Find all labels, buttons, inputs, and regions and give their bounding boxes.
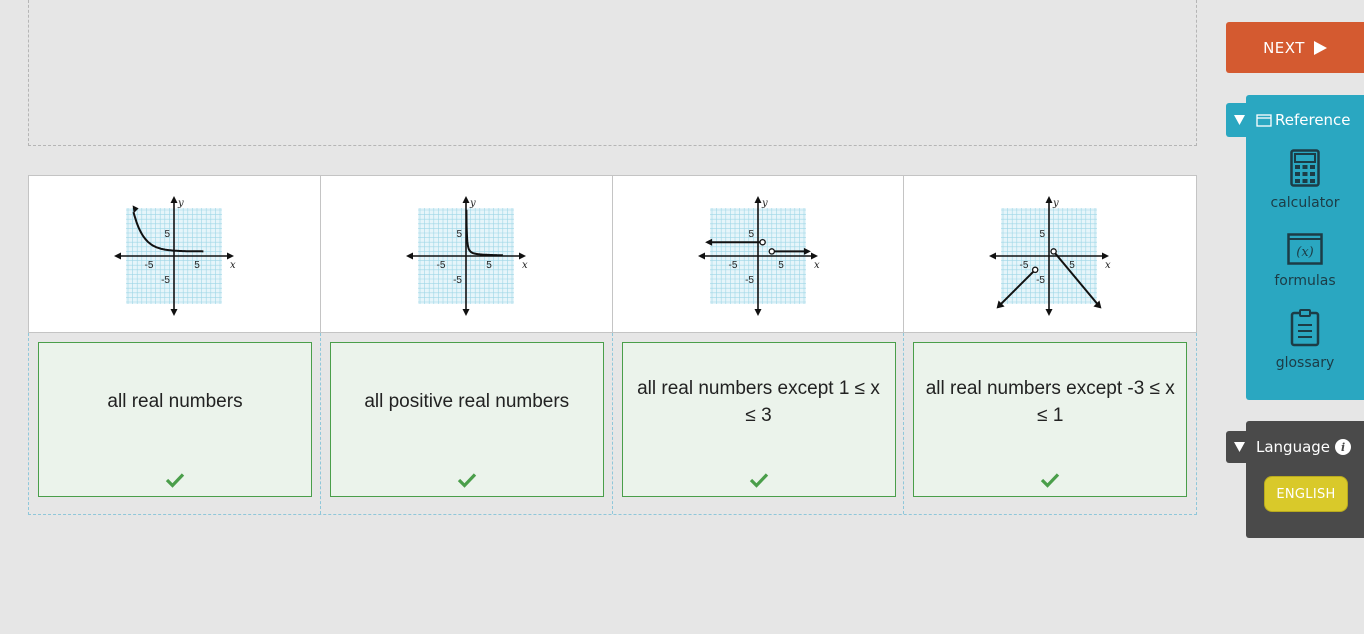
graph-exponential-decay: 5 -5 5 -5 x y — [114, 196, 236, 316]
answer-card[interactable]: all positive real numbers — [329, 342, 604, 497]
answer-card[interactable]: all real numbers except 1 ≤ x ≤ 3 — [621, 342, 896, 497]
graph-row: 5 -5 5 -5 x y 5 -5 5 -5 x y 5 -5 5 -5 x y 5 -5 5 -5 x y — [28, 175, 1197, 333]
tick-label: -5 — [745, 275, 754, 286]
answer-row: all real numbers all positive real numbe… — [28, 333, 1197, 515]
tick-label: 5 — [778, 260, 784, 271]
answer-text: all real numbers except -3 ≤ x ≤ 1 — [925, 377, 1175, 426]
graph-cell-1: 5 -5 5 -5 x y — [29, 176, 321, 332]
formula-glyph: (x) — [1296, 245, 1313, 260]
graph-cell-2: 5 -5 5 -5 x y — [321, 176, 613, 332]
glossary-label: glossary — [1275, 355, 1335, 371]
graph-piecewise-rays: 5 -5 5 -5 x y — [697, 196, 820, 316]
language-title-text: Language — [1256, 438, 1331, 456]
drop-area[interactable] — [28, 0, 1197, 146]
language-panel: Language i ENGLISH — [1246, 421, 1364, 538]
y-axis-label: y — [177, 198, 184, 209]
calculator-icon — [1290, 149, 1320, 187]
x-axis-label: x — [1105, 260, 1111, 271]
answer-slot-1[interactable]: all real numbers — [29, 333, 321, 514]
graph-cell-4: 5 -5 5 -5 x y — [904, 176, 1196, 332]
next-label: NEXT — [1263, 38, 1305, 57]
info-icon[interactable]: i — [1335, 439, 1352, 455]
graph-cell-3: 5 -5 5 -5 x y — [613, 176, 905, 332]
tick-label: 5 — [164, 229, 170, 240]
tick-label: -5 — [1036, 275, 1045, 286]
x-axis-label: x — [814, 260, 820, 271]
answer-slot-2[interactable]: all positive real numbers — [321, 333, 613, 514]
reference-panel: Reference calculator (x) formulas glossa… — [1246, 95, 1364, 400]
answer-card[interactable]: all real numbers — [38, 342, 312, 497]
answer-card[interactable]: all real numbers except -3 ≤ x ≤ 1 — [913, 342, 1188, 497]
matching-table: 5 -5 5 -5 x y 5 -5 5 -5 x y 5 -5 5 -5 x y 5 -5 5 -5 x y all … — [28, 175, 1197, 515]
y-axis-label: y — [761, 198, 768, 209]
formulas-icon: (x) — [1287, 233, 1323, 265]
tick-label: 5 — [456, 229, 462, 240]
formulas-tool[interactable]: (x) formulas — [1246, 233, 1364, 289]
calculator-tool[interactable]: calculator — [1246, 149, 1364, 211]
y-axis-label: y — [1052, 198, 1059, 209]
checkmark-icon — [749, 473, 768, 488]
checkmark-icon — [1041, 473, 1060, 488]
triangle-down-icon — [1233, 442, 1245, 452]
glossary-tool[interactable]: glossary — [1246, 309, 1364, 371]
answer-slot-3[interactable]: all real numbers except 1 ≤ x ≤ 3 — [613, 333, 905, 514]
tick-label: 5 — [1069, 260, 1075, 271]
tick-label: 5 — [194, 260, 200, 271]
calculator-label: calculator — [1270, 195, 1340, 211]
answer-text: all real numbers except 1 ≤ x ≤ 3 — [637, 377, 880, 426]
checkmark-icon — [165, 473, 185, 488]
answer-slot-4[interactable]: all real numbers except -3 ≤ x ≤ 1 — [904, 333, 1196, 514]
english-button[interactable]: ENGLISH — [1264, 476, 1348, 512]
play-triangle-icon — [1313, 40, 1327, 55]
formulas-label: formulas — [1274, 273, 1336, 289]
reference-title-text: Reference — [1275, 111, 1351, 129]
tick-label: -5 — [1020, 260, 1029, 271]
reference-toggle[interactable] — [1226, 103, 1252, 137]
window-icon — [1256, 113, 1272, 127]
tick-label: -5 — [436, 260, 445, 271]
triangle-down-icon — [1233, 115, 1245, 125]
answer-text: all positive real numbers — [364, 391, 570, 412]
y-axis-label: y — [469, 198, 476, 209]
graph-absolute-value-rays: 5 -5 5 -5 x y — [989, 196, 1111, 316]
tick-label: -5 — [161, 275, 170, 286]
graph-reciprocal-positive: 5 -5 5 -5 x y — [405, 196, 528, 316]
x-axis-label: x — [522, 260, 528, 271]
tick-label: 5 — [1040, 229, 1046, 240]
language-title[interactable]: Language i — [1256, 438, 1352, 456]
glossary-icon — [1290, 309, 1320, 347]
tick-label: -5 — [728, 260, 737, 271]
tick-label: 5 — [486, 260, 492, 271]
tick-label: -5 — [453, 275, 462, 286]
tick-label: 5 — [748, 229, 754, 240]
reference-title[interactable]: Reference — [1256, 111, 1351, 129]
language-toggle[interactable] — [1226, 431, 1252, 463]
next-button[interactable]: NEXT — [1226, 22, 1364, 73]
answer-text: all real numbers — [107, 391, 243, 412]
checkmark-icon — [457, 473, 476, 488]
x-axis-label: x — [230, 260, 236, 271]
tick-label: -5 — [145, 260, 154, 271]
